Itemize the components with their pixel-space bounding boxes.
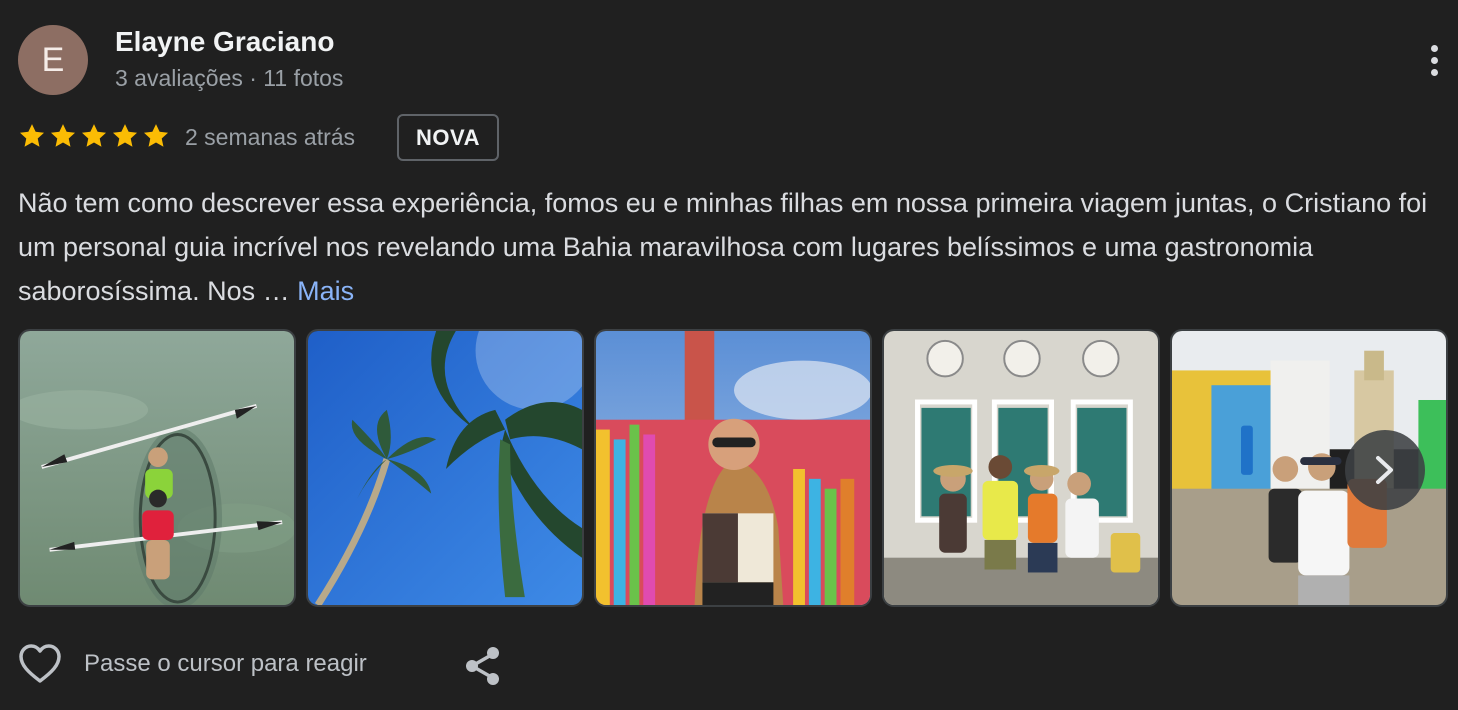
review-text: Não tem como descrever essa experiência,…	[18, 181, 1450, 313]
review-time: 2 semanas atrás	[185, 124, 356, 150]
avatar-initial: E	[41, 40, 65, 79]
new-badge: NOVA	[397, 114, 499, 161]
star-icon	[143, 124, 169, 147]
chevron-right-icon	[1376, 456, 1393, 484]
author-name[interactable]: Elayne Graciano	[115, 26, 334, 58]
photo-strip	[18, 329, 1448, 607]
kayak-photo[interactable]	[18, 329, 296, 607]
more-link[interactable]: Mais	[297, 276, 354, 306]
star-icon	[81, 124, 107, 147]
share-icon	[466, 647, 499, 685]
share-button[interactable]	[463, 645, 503, 692]
star-rating	[18, 122, 170, 150]
star-icon	[50, 124, 76, 147]
group-photo[interactable]	[882, 329, 1160, 607]
heart-icon	[19, 644, 61, 683]
palm-trees-photo[interactable]	[306, 329, 584, 607]
avatar[interactable]: E	[18, 25, 88, 95]
react-button[interactable]: Passe o cursor para reagir	[18, 643, 367, 685]
star-icon	[112, 124, 138, 147]
star-icon	[19, 124, 45, 147]
more-vert-icon	[1430, 44, 1438, 52]
review-body: Não tem como descrever essa experiência,…	[18, 188, 1428, 306]
more-vert-icon-dot	[1430, 56, 1438, 64]
more-options-button[interactable]	[1414, 38, 1454, 82]
more-vert-icon-dot	[1430, 68, 1438, 76]
author-meta[interactable]: 3 avaliações · 11 fotos	[115, 65, 343, 92]
ribbons-photo[interactable]	[594, 329, 872, 607]
react-label: Passe o cursor para reagir	[84, 650, 367, 677]
next-photos-button[interactable]	[1345, 430, 1425, 510]
review-card: E Elayne Graciano 3 avaliações · 11 foto…	[0, 0, 1458, 710]
